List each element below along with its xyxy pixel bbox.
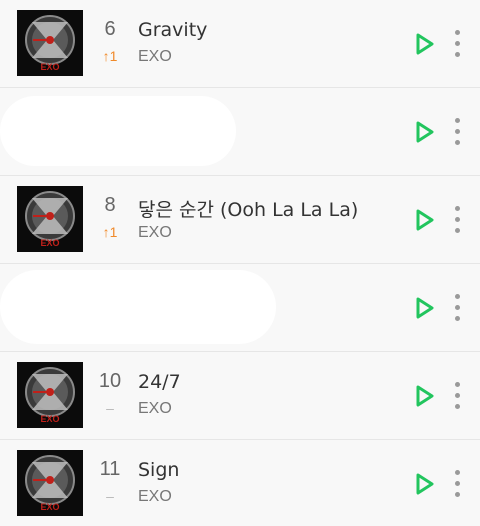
svg-text:EXO: EXO (40, 238, 59, 248)
track-row[interactable] (0, 88, 480, 176)
track-artist[interactable]: EXO (138, 488, 172, 506)
svg-text:EXO: EXO (40, 62, 59, 72)
more-vertical-icon (455, 294, 460, 299)
track-rank: 8 (104, 194, 116, 216)
rank-change: ↑1 (102, 48, 118, 64)
more-options-button[interactable] (450, 292, 466, 324)
more-vertical-icon (455, 30, 460, 35)
track-rank: 6 (104, 18, 116, 40)
rank-change: – (106, 400, 114, 416)
track-artist[interactable]: EXO (138, 400, 172, 418)
more-vertical-icon (455, 470, 460, 475)
track-list: EXO 6 ↑1 Gravity EXO EXO 8 ↑1 닿은 순간 (Ooh… (0, 0, 480, 526)
play-button[interactable] (410, 206, 438, 234)
track-title[interactable]: 닿은 순간 (Ooh La La La) (138, 195, 398, 222)
more-options-button[interactable] (450, 28, 466, 60)
rank-change: – (106, 488, 114, 504)
svg-text:EXO: EXO (40, 502, 59, 512)
play-button[interactable] (410, 118, 438, 146)
more-options-button[interactable] (450, 380, 466, 412)
album-cover[interactable]: EXO (17, 10, 83, 76)
track-title[interactable]: Gravity (138, 19, 398, 41)
track-title[interactable]: 24/7 (138, 371, 398, 393)
track-artist[interactable]: EXO (138, 224, 172, 242)
track-row[interactable] (0, 264, 480, 352)
track-artist[interactable]: EXO (138, 48, 172, 66)
album-cover[interactable]: EXO (17, 450, 83, 516)
track-row[interactable]: EXO 10 – 24/7 EXO (0, 352, 480, 440)
album-cover[interactable]: EXO (17, 186, 83, 252)
more-options-button[interactable] (450, 468, 466, 500)
album-cover[interactable]: EXO (17, 362, 83, 428)
play-button[interactable] (410, 382, 438, 410)
play-icon (416, 473, 434, 495)
svg-text:EXO: EXO (40, 414, 59, 424)
track-row[interactable]: EXO 6 ↑1 Gravity EXO (0, 0, 480, 88)
track-rank: 11 (99, 458, 121, 480)
more-vertical-icon (455, 118, 460, 123)
play-button[interactable] (410, 30, 438, 58)
track-title[interactable]: Sign (138, 459, 398, 481)
more-options-button[interactable] (450, 116, 466, 148)
play-icon (416, 385, 434, 407)
play-button[interactable] (410, 470, 438, 498)
play-icon (416, 209, 434, 231)
play-icon (416, 297, 434, 319)
more-options-button[interactable] (450, 204, 466, 236)
track-row[interactable]: EXO 11 – Sign EXO (0, 440, 480, 526)
more-vertical-icon (455, 382, 460, 387)
play-icon (416, 33, 434, 55)
track-row[interactable]: EXO 8 ↑1 닿은 순간 (Ooh La La La) EXO (0, 176, 480, 264)
play-icon (416, 121, 434, 143)
redacted-area (0, 96, 236, 166)
redacted-area (0, 270, 276, 344)
play-button[interactable] (410, 294, 438, 322)
rank-change: ↑1 (102, 224, 118, 240)
more-vertical-icon (455, 206, 460, 211)
track-rank: 10 (98, 370, 122, 392)
